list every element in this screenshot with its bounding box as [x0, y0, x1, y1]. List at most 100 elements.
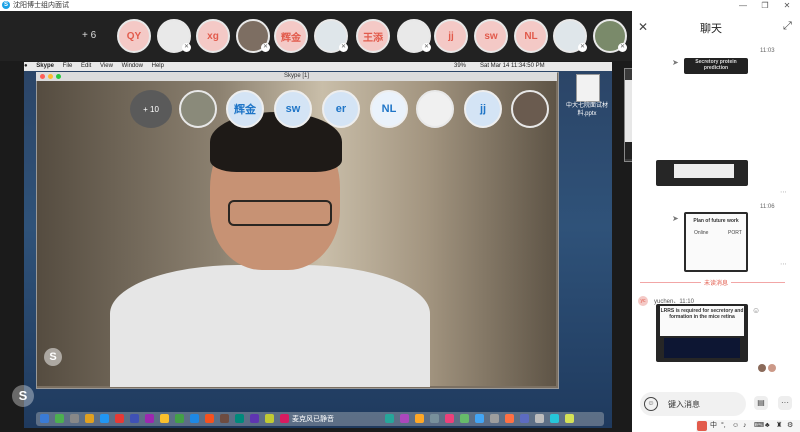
dock-app-icon[interactable]	[550, 414, 559, 423]
dock-app-icon[interactable]	[70, 414, 79, 423]
skype-participant-bubble[interactable]: jj	[464, 90, 502, 128]
dock-app-icon[interactable]	[535, 414, 544, 423]
participant-avatar[interactable]: NL	[514, 19, 548, 53]
dock-app-icon[interactable]	[40, 414, 49, 423]
menu-help[interactable]: Help	[152, 63, 164, 69]
slide-title: Secretory protein prediction	[695, 59, 737, 71]
forward-icon[interactable]: ➤	[672, 58, 679, 67]
dock-app-icon[interactable]	[265, 414, 274, 423]
dock-app-icon[interactable]	[520, 414, 529, 423]
more-options-button[interactable]: ···	[778, 396, 792, 410]
message-more-icon[interactable]: ⋯	[780, 260, 787, 268]
emoji-react-icon[interactable]: ☺	[752, 306, 760, 315]
skype-participant-bubble[interactable]: NL	[370, 90, 408, 128]
muted-mic-icon: ✕	[261, 43, 270, 52]
dock-app-icon[interactable]	[205, 414, 214, 423]
skype-participant-photo[interactable]	[416, 90, 454, 128]
dock-app-icon[interactable]	[115, 414, 124, 423]
muted-mic-icon: ✕	[618, 43, 627, 52]
dock-app-icon[interactable]	[250, 414, 259, 423]
dock-app-icon[interactable]	[505, 414, 514, 423]
tray-icon[interactable]: ♣	[765, 421, 770, 431]
dock-app-icon[interactable]	[385, 414, 394, 423]
participant-avatar[interactable]: sw	[474, 19, 508, 53]
tray-icon[interactable]: ☺	[732, 421, 739, 431]
pptx-file-icon[interactable]	[576, 74, 600, 102]
menu-view[interactable]: View	[100, 63, 113, 69]
tray-icon[interactable]: ⚙	[787, 421, 793, 431]
participant-avatar[interactable]: ✕	[236, 19, 270, 53]
message-more-icon[interactable]: ⋯	[780, 188, 787, 196]
dock-app-icon[interactable]	[475, 414, 484, 423]
tray-icon[interactable]: ⌨	[754, 421, 764, 431]
apple-icon: ●	[24, 63, 28, 69]
desktop-file-label[interactable]: 中大七院面试材料.pptx	[562, 102, 612, 118]
sender-avatar: yc	[638, 296, 648, 306]
dock-app-icon[interactable]	[490, 414, 499, 423]
skype-participant-photo[interactable]	[179, 90, 217, 128]
chat-close-button[interactable]: ✕	[638, 20, 648, 34]
muted-mic-icon: ✕	[578, 43, 587, 52]
chat-title: 聊天	[700, 23, 722, 35]
chat-expand-button[interactable]: ⤢	[783, 20, 792, 33]
more-participants-button[interactable]: + 6	[82, 30, 96, 41]
participant-avatar[interactable]: ✕	[397, 19, 431, 53]
menu-window[interactable]: Window	[122, 63, 143, 69]
skype-more-participants[interactable]: + 10	[130, 90, 172, 128]
tray-icon[interactable]: ♪	[743, 421, 747, 431]
restore-button[interactable]: ❐	[758, 0, 772, 11]
menu-file[interactable]: File	[63, 63, 73, 69]
participant-avatar[interactable]: jj	[434, 19, 468, 53]
participant-avatar[interactable]: 王添	[356, 19, 390, 53]
dock-app-icon[interactable]	[175, 414, 184, 423]
participant-avatar[interactable]: ✕	[157, 19, 191, 53]
menu-edit[interactable]: Edit	[81, 63, 91, 69]
attach-file-icon[interactable]: ▤	[754, 396, 768, 410]
dock-app-icon[interactable]	[430, 414, 439, 423]
zoom-dot-icon[interactable]	[56, 74, 61, 79]
close-button[interactable]: ✕	[780, 0, 794, 11]
minimize-button[interactable]: —	[736, 0, 750, 11]
tray-icon[interactable]: ♜	[776, 421, 782, 431]
dock-app-icon[interactable]	[220, 414, 229, 423]
dock-app-icon[interactable]	[280, 414, 289, 423]
skype-participant-bubble[interactable]: er	[322, 90, 360, 128]
participant-avatar[interactable]: ✕	[314, 19, 348, 53]
window-title: 沈阳博士组内面试	[13, 2, 69, 9]
dock-app-icon[interactable]	[55, 414, 64, 423]
dock-app-icon[interactable]	[460, 414, 469, 423]
mute-status-caption: 麦克风已静音	[292, 416, 334, 423]
forward-icon[interactable]: ➤	[672, 214, 679, 223]
participant-avatar[interactable]: ✕	[553, 19, 587, 53]
dock-app-icon[interactable]	[400, 414, 409, 423]
tray-icon[interactable]: 中	[710, 421, 717, 431]
dock-app-icon[interactable]	[160, 414, 169, 423]
dock-app-icon[interactable]	[565, 414, 574, 423]
emoji-icon[interactable]: ☺	[644, 397, 658, 411]
participant-avatar[interactable]: ✕	[593, 19, 627, 53]
close-dot-icon[interactable]	[40, 74, 45, 79]
skype-participant-bubble[interactable]: sw	[274, 90, 312, 128]
read-avatar	[768, 364, 776, 372]
message-timestamp: 11:06	[760, 204, 775, 210]
dock-app-icon[interactable]	[130, 414, 139, 423]
dock-app-icon[interactable]	[85, 414, 94, 423]
dock-app-icon[interactable]	[100, 414, 109, 423]
tray-icon[interactable]: °,	[721, 421, 726, 431]
dock-app-icon[interactable]	[145, 414, 154, 423]
participant-avatar[interactable]: 辉金	[274, 19, 308, 53]
participant-avatar[interactable]: QY	[117, 19, 151, 53]
dock-app-icon[interactable]	[415, 414, 424, 423]
app-logo-icon: S	[2, 1, 10, 9]
minimize-dot-icon[interactable]	[48, 74, 53, 79]
dock-app-icon[interactable]	[235, 414, 244, 423]
dock-app-icon[interactable]	[190, 414, 199, 423]
participant-avatar[interactable]: xg	[196, 19, 230, 53]
skype-participant-bubble[interactable]: 辉金	[226, 90, 264, 128]
sogou-ime-icon[interactable]	[697, 421, 707, 431]
muted-mic-icon: ✕	[422, 43, 431, 52]
skype-participant-photo[interactable]	[511, 90, 549, 128]
muted-mic-icon: ✕	[339, 43, 348, 52]
dock-app-icon[interactable]	[445, 414, 454, 423]
menu-skype[interactable]: Skype	[36, 63, 54, 69]
